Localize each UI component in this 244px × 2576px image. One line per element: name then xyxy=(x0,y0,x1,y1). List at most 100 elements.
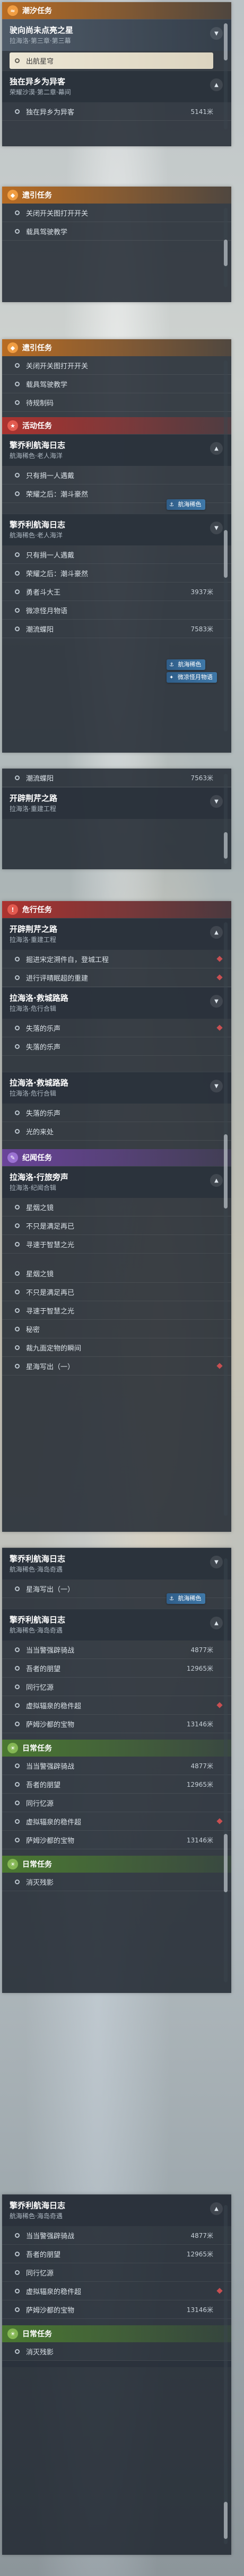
objective-row[interactable]: 待规制码 xyxy=(2,393,231,412)
objective-row[interactable]: 不只是满足再已 xyxy=(2,1216,231,1235)
quest-card[interactable]: 擎乔利航海日志 航海稀色·海岛奇遇 ▲ xyxy=(2,2194,231,2226)
scrollbar[interactable] xyxy=(224,23,228,129)
scrollbar-thumb[interactable] xyxy=(224,530,228,578)
quest-card[interactable]: 擎乔利航海日志 航海稀色·老人海洋 ▼ xyxy=(2,514,231,545)
scrollbar[interactable] xyxy=(224,2205,228,2544)
objective-row[interactable]: 同行忆源 xyxy=(2,2263,231,2282)
quest-card[interactable]: 擎乔利航海日志 航海稀色·老人海洋 ▲ xyxy=(2,434,231,466)
objective-row[interactable]: 秘密 xyxy=(2,1320,231,1338)
quest-card[interactable]: 擎乔利航海日志 航海稀色·海岛奇遇 ▼ xyxy=(2,1548,231,1580)
objective-row[interactable]: 当当警强辟骑战 4877米 xyxy=(2,1640,231,1659)
objective-row[interactable]: 进行评晴眠超的重建 xyxy=(2,968,231,987)
objective-row[interactable]: 微凉怪月物语 xyxy=(2,601,231,620)
quest-title: 擎乔利航海日志 xyxy=(10,440,66,450)
chevron-up-icon[interactable]: ▲ xyxy=(210,78,223,91)
objective-row[interactable]: 失落的乐声 xyxy=(2,1037,231,1056)
objective-row[interactable]: 星烟之镜 xyxy=(2,1198,231,1216)
objective-row[interactable]: 萨姆沙都的宝物 13146米 xyxy=(2,1831,231,1849)
quest-card[interactable]: 开辟荆芹之路 拉海洛·重建工程 ▲ xyxy=(2,918,231,950)
quest-card[interactable]: 拉海洛·救城路路 拉海洛·危行合辑 ▼ xyxy=(2,987,231,1019)
objective-row[interactable]: 星海写出（一） xyxy=(2,1357,231,1375)
objective-row[interactable]: 当当警强辟骑战 4877米 xyxy=(2,2226,231,2245)
scrollbar[interactable] xyxy=(224,774,228,864)
objective-row[interactable]: 勇者斗大王 3937米 xyxy=(2,583,231,601)
objective-row[interactable]: 潮流蝶阳 7583米 xyxy=(2,620,231,638)
chevron-down-icon[interactable]: ▼ xyxy=(210,1080,223,1092)
objective-row[interactable]: 关闭开关图打开开关 xyxy=(2,204,231,222)
objective-row[interactable]: 独在异乡为异客 5141米 xyxy=(2,102,231,121)
objective-bullet-icon xyxy=(15,1025,20,1030)
quest-card[interactable]: 拉海洛·行旅旁声 拉海洛·纪闻合辑 ▲ xyxy=(2,1166,231,1198)
scrollbar-thumb[interactable] xyxy=(224,1134,228,1208)
objective-row[interactable]: 寻速于智慧之光 xyxy=(2,1235,231,1254)
objective-row[interactable]: 星烟之镜 xyxy=(2,1264,231,1283)
objective-row[interactable]: 不只是满足再已 xyxy=(2,1283,231,1301)
objective-row[interactable]: 虚拟辐泉的稳件超 xyxy=(2,1812,231,1831)
scrollbar-thumb[interactable] xyxy=(224,832,228,859)
objective-row[interactable]: 裁九面定物的瞬间 xyxy=(2,1338,231,1357)
scrollbar-thumb[interactable] xyxy=(224,240,228,266)
objective-bullet-icon xyxy=(15,626,20,631)
objective-row[interactable]: 载具驾驶教学 xyxy=(2,375,231,393)
section-header-richang[interactable]: ☀ 日常任务 xyxy=(2,1856,231,1873)
objective-row[interactable]: 寻速于智慧之光 xyxy=(2,1301,231,1320)
objective-row[interactable]: 虚拟辐泉的稳件超 xyxy=(2,1696,231,1715)
scrollbar-thumb[interactable] xyxy=(224,1834,228,1892)
objective-row[interactable]: 掘进宋定溯件自，登城工程 xyxy=(2,950,231,968)
scrollbar[interactable] xyxy=(224,922,228,1516)
objective-row[interactable]: 失落的乐声 xyxy=(2,1019,231,1037)
chevron-down-icon[interactable]: ▼ xyxy=(210,995,223,1008)
chevron-up-icon[interactable]: ▲ xyxy=(210,2202,223,2215)
chevron-down-icon[interactable]: ▼ xyxy=(210,1556,223,1568)
chevron-down-icon[interactable]: ▼ xyxy=(210,795,223,808)
quest-card[interactable]: 拉海洛·救城路路 拉海洛·危行合辑 ▼ xyxy=(2,1072,231,1104)
chevron-up-icon[interactable]: ▲ xyxy=(210,442,223,455)
badge-label: 航海稀色 xyxy=(178,501,202,508)
objective-row[interactable]: 吾者的朋望 12965米 xyxy=(2,1659,231,1678)
objective-row[interactable]: 消灭残影 xyxy=(2,2342,231,2361)
scrollbar[interactable] xyxy=(224,1558,228,1982)
section-header-jiming[interactable]: ✎ 纪闻任务 xyxy=(2,1149,231,1166)
quest-goal-highlighted[interactable]: 出航星穹 xyxy=(10,52,213,69)
chevron-down-icon[interactable]: ▼ xyxy=(210,27,223,40)
objective-row[interactable]: 失落的乐声 xyxy=(2,1104,231,1122)
objective-row[interactable]: 潮流蝶阳 7563米 xyxy=(2,769,231,787)
objective-row[interactable]: 同行忆源 xyxy=(2,1678,231,1696)
objective-row[interactable]: 吾者的朋望 12965米 xyxy=(2,2245,231,2263)
objective-row[interactable]: 萨姆沙都的宝物 13146米 xyxy=(2,1715,231,1733)
quest-panel-1: ≈ 潮汐任务 驶向尚未点亮之星 拉海洛·第三章·第三幕 ▼ 出航星穹 独在异乡为… xyxy=(2,2,231,146)
scrollbar[interactable] xyxy=(224,208,228,287)
scrollbar-thumb[interactable] xyxy=(224,23,228,60)
section-header-ditui[interactable]: ◆ 遗引任务 xyxy=(2,339,231,356)
quest-title: 开辟荆芹之路 xyxy=(10,924,58,934)
quest-card[interactable]: 开辟荆芹之路 拉海洛·重建工程 ▼ xyxy=(2,787,231,819)
objective-row[interactable]: 只有捐一人遇戴 xyxy=(2,466,231,484)
objective-row[interactable]: 消灭残影 xyxy=(2,1873,231,1891)
scrollbar-thumb[interactable] xyxy=(224,2502,228,2539)
section-header-richang[interactable]: ☀ 日常任务 xyxy=(2,2325,231,2342)
section-header-huodong[interactable]: ★ 活动任务 xyxy=(2,417,231,434)
quest-card[interactable]: 独在异乡为异客 荣耀沙漠·第二章·幕间 ▲ xyxy=(2,70,231,102)
objective-row[interactable]: 荣耀之后：潮斗豪然 xyxy=(2,564,231,583)
quest-card[interactable]: 驶向尚未点亮之星 拉海洛·第三章·第三幕 ▼ xyxy=(2,19,231,51)
chevron-up-icon[interactable]: ▲ xyxy=(210,926,223,939)
chevron-up-icon[interactable]: ▲ xyxy=(210,1174,223,1187)
objective-row[interactable]: 光的来处 xyxy=(2,1122,231,1141)
scrollbar[interactable] xyxy=(224,360,228,731)
objective-row[interactable]: 吾者的朋望 12965米 xyxy=(2,1775,231,1794)
chevron-down-icon[interactable]: ▼ xyxy=(210,522,223,534)
objective-label: 关闭开关图打开开关 xyxy=(26,362,89,370)
section-header-richang[interactable]: ☀ 日常任务 xyxy=(2,1740,231,1757)
chevron-up-icon[interactable]: ▲ xyxy=(210,1617,223,1629)
objective-row[interactable]: 只有捐一人遇戴 xyxy=(2,545,231,564)
objective-row[interactable]: 同行忆源 xyxy=(2,1794,231,1812)
quest-card[interactable]: 擎乔利航海日志 航海稀色·海岛奇遇 ▲ xyxy=(2,1609,231,1640)
objective-row[interactable]: 关闭开关图打开开关 xyxy=(2,356,231,375)
section-header-chaoxi[interactable]: ≈ 潮汐任务 xyxy=(2,2,231,19)
objective-row[interactable]: 虚拟辐泉的稳件超 xyxy=(2,2282,231,2300)
objective-row[interactable]: 当当警强辟骑战 4877米 xyxy=(2,1757,231,1775)
section-header-weixing[interactable]: ! 危行任务 xyxy=(2,901,231,918)
section-header-ditui[interactable]: ◆ 遗引任务 xyxy=(2,187,231,204)
objective-row[interactable]: 载具驾驶教学 xyxy=(2,222,231,241)
objective-row[interactable]: 萨姆沙都的宝物 13146米 xyxy=(2,2300,231,2319)
